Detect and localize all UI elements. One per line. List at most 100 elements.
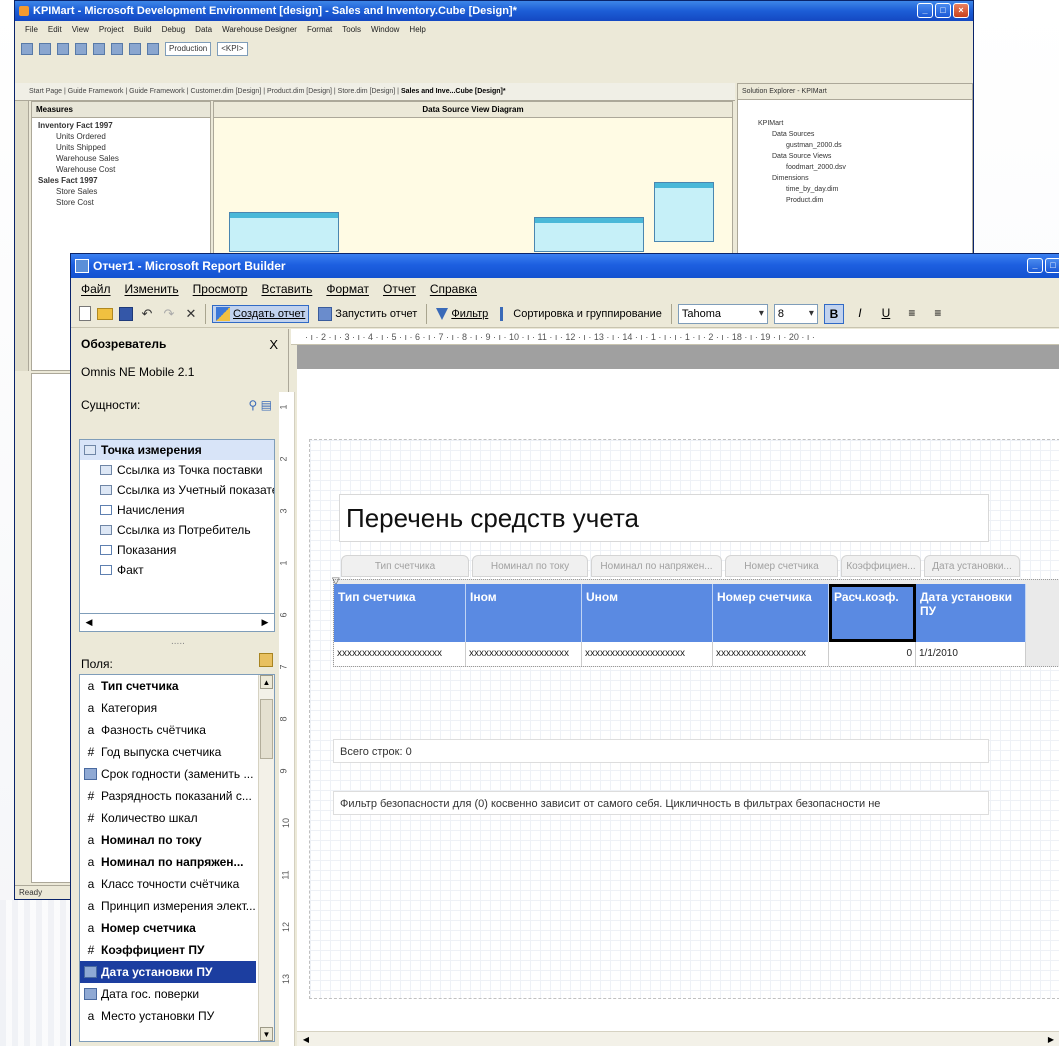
minimize-button[interactable]: _ [917,3,933,18]
field-item[interactable]: a Принцип измерения элект... [80,895,256,917]
table-header-cell[interactable]: Номер счетчика [713,584,829,642]
create-report-button[interactable]: Создать отчет [212,304,310,323]
measure-item[interactable]: Warehouse Cost [38,164,210,175]
rb-menu-item[interactable]: Изменить [125,278,179,300]
vs-menu-item[interactable]: Edit [48,21,62,39]
font-size-combo[interactable]: 8 [773,303,818,324]
rb-menu-item[interactable]: Формат [326,278,369,300]
vs-menu-item[interactable]: Warehouse Designer [222,21,297,39]
column-button[interactable]: Дата установки... [924,555,1020,577]
vs-menu-item[interactable]: Build [134,21,152,39]
vs-menu-item[interactable]: Data [195,21,212,39]
fields-vscrollbar[interactable]: ▲ ▼ [258,675,274,1041]
scroll-thumb[interactable] [260,699,273,759]
italic-button[interactable]: I [850,304,870,324]
search-icon[interactable]: ⚲ [249,398,258,412]
tree-hscrollbar[interactable]: ◀ ▶ [79,614,275,632]
vs-menu-item[interactable]: Help [409,21,425,39]
table-data-cell[interactable]: xxxxxxxxxxxxxxxxxx [713,642,829,666]
save-icon[interactable] [119,306,133,321]
rb-maximize-button[interactable]: □ [1045,258,1059,273]
save-icon[interactable] [75,43,87,55]
open-icon[interactable] [57,43,69,55]
table-header-cell[interactable]: Дата установки ПУ [916,584,1026,642]
field-item[interactable]: # Коэффициент ПУ [80,939,256,961]
filter-message-textbox[interactable]: Фильтр безопасности для (0) косвенно зав… [333,791,989,815]
rb-menu-item[interactable]: Отчет [383,278,416,300]
measure-item[interactable]: Inventory Fact 1997 [38,120,210,131]
dsv-table[interactable] [534,217,644,252]
solution-item[interactable]: foodmart_2000.dsv [758,162,972,173]
vs-menu-item[interactable]: Debug [162,21,186,39]
maximize-button[interactable]: □ [935,3,951,18]
panel-splitter[interactable]: ..... [171,636,185,647]
scroll-right-icon[interactable]: ▶ [1044,1033,1058,1046]
rb-menu-item[interactable]: Просмотр [193,278,248,300]
tree-item[interactable]: Ссылка из Точка поставки [80,460,274,480]
cut-icon[interactable] [111,43,123,55]
total-rows-textbox[interactable]: Всего строк: 0 [333,739,989,763]
vs-menu-item[interactable]: Format [307,21,332,39]
solution-item[interactable]: gustman_2000.ds [758,140,972,151]
field-item[interactable]: # Количество шкал [80,807,256,829]
table-data-cell[interactable]: 0 [829,642,916,666]
column-button[interactable]: Номинал по току [472,555,588,577]
table-header-cell[interactable]: Тип счетчика [334,584,466,642]
column-button[interactable]: Тип счетчика [341,555,469,577]
field-item[interactable]: a Фазность счётчика [80,719,256,741]
close-button[interactable]: × [953,3,969,18]
report-title[interactable]: Перечень средств учета [339,494,989,542]
table-data-cell[interactable]: xxxxxxxxxxxxxxxxxxxx [582,642,713,666]
run-report-button[interactable]: Запустить отчет [315,306,420,322]
solution-item[interactable]: Dimensions [758,173,972,184]
tree-item[interactable]: Ссылка из Потребитель [80,520,274,540]
tree-root[interactable]: Точка измерения [80,440,274,460]
new-project-icon[interactable] [21,43,33,55]
dsv-table[interactable] [229,212,339,252]
rb-menu-item[interactable]: Вставить [261,278,312,300]
add-item-icon[interactable] [39,43,51,55]
table-data-cell[interactable]: 1/1/2010 [916,642,1026,666]
field-item[interactable]: a Номинал по току [80,829,256,851]
field-item[interactable]: # Год выпуска счетчика [80,741,256,763]
filter-button[interactable]: Фильтр [433,307,491,321]
rb-minimize-button[interactable]: _ [1027,258,1043,273]
table-header-cell[interactable]: Расч.коэф. [829,584,916,642]
vs-menu-item[interactable]: Window [371,21,399,39]
field-item[interactable]: Дата установки ПУ [80,961,256,983]
rb-menu-item[interactable]: Файл [81,278,111,300]
scroll-right-icon[interactable]: ▶ [258,615,272,629]
table-data-cell[interactable]: xxxxxxxxxxxxxxxxxxxx [466,642,582,666]
explorer-close-button[interactable]: X [269,337,278,352]
undo-icon[interactable]: ↶ [139,306,155,322]
vs-menu-item[interactable]: Project [99,21,124,39]
solution-item[interactable]: Product.dim [758,195,972,206]
column-button[interactable]: Номер счетчика [725,555,838,577]
design-hscrollbar[interactable]: ◀ ▶ [297,1031,1059,1046]
field-item[interactable]: Дата гос. поверки [80,983,256,1005]
add-field-icon[interactable] [259,653,273,667]
field-item[interactable]: # Разрядность показаний с... [80,785,256,807]
measure-item[interactable]: Store Sales [38,186,210,197]
table-header-cell[interactable]: Uном [582,584,713,642]
tree-item[interactable]: Факт [80,560,274,580]
solution-item[interactable]: Data Source Views [758,151,972,162]
copy-icon[interactable] [129,43,141,55]
view-toggle-icon[interactable]: ▤ [261,398,272,412]
column-button[interactable]: Коэффициен... [841,555,921,577]
measure-item[interactable]: Sales Fact 1997 [38,175,210,186]
tree-item[interactable]: Показания [80,540,274,560]
delete-icon[interactable]: ✕ [183,306,199,322]
scroll-left-icon[interactable]: ◀ [299,1033,313,1046]
field-item[interactable]: a Категория [80,697,256,719]
new-report-icon[interactable] [79,306,91,321]
measure-item[interactable]: Store Cost [38,197,210,208]
field-item[interactable]: a Класс точности счётчика [80,873,256,895]
paste-icon[interactable] [147,43,159,55]
underline-button[interactable]: U [876,304,896,324]
tree-item[interactable]: Ссылка из Учетный показатель [80,480,274,500]
vs-menu-item[interactable]: File [25,21,38,39]
toolbox-strip[interactable] [15,101,29,371]
align-center-icon[interactable]: ≡ [928,304,948,324]
table-header-cell[interactable]: Iном [466,584,582,642]
